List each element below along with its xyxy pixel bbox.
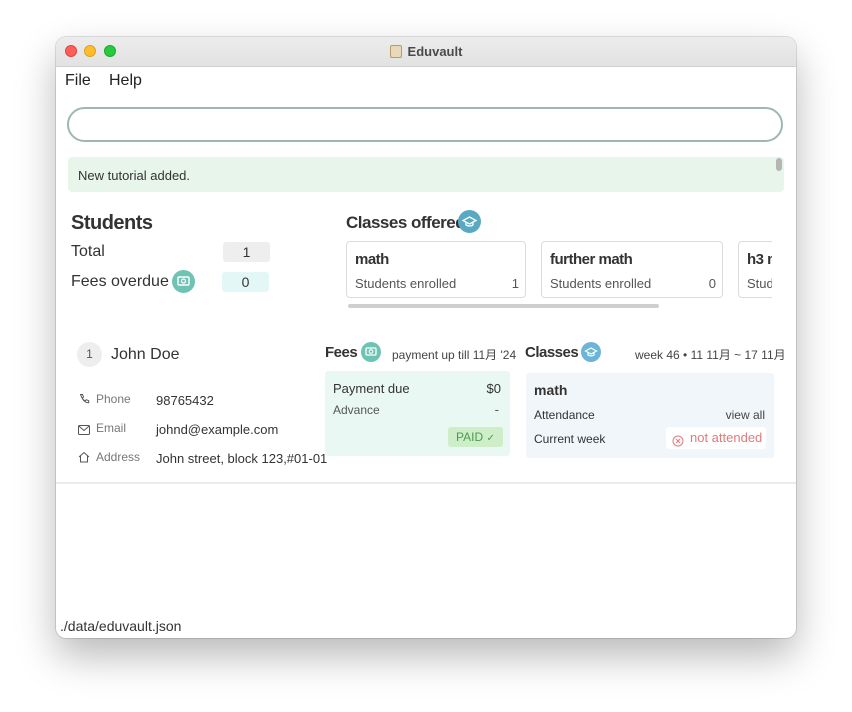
phone-label: Phone <box>96 392 131 406</box>
class-card-label: Students enrolled <box>355 276 457 291</box>
fees-subtitle: payment up till 11月 '24 <box>392 348 517 362</box>
paid-badge-label: PAID <box>456 430 484 444</box>
fees-panel: Payment due $0 Advance - PAID ✓ <box>325 371 510 456</box>
phone-icon <box>78 392 90 410</box>
payment-due-value: $0 <box>486 381 501 396</box>
current-week-label: Current week <box>534 432 606 446</box>
class-card-clip: h3 math Students enrolled <box>738 241 772 301</box>
class-card[interactable]: math Students enrolled 1 <box>346 241 526 298</box>
advance-label: Advance <box>333 403 380 417</box>
email-icon <box>78 422 90 440</box>
app-window: Eduvault File Help New tutorial added. S… <box>56 37 796 638</box>
result-scrollbar[interactable] <box>776 158 782 171</box>
advance-value: - <box>494 402 499 417</box>
graduation-cap-icon <box>581 342 601 362</box>
class-card-value: 1 <box>511 276 519 291</box>
class-card-name: further math <box>550 251 633 268</box>
money-icon <box>361 342 381 362</box>
email-label: Email <box>96 421 127 435</box>
status-bar-path: ./data/eduvault.json <box>60 618 182 634</box>
fees-title: Fees <box>325 344 358 361</box>
address-label: Address <box>96 450 141 464</box>
paid-badge: PAID ✓ <box>448 427 503 447</box>
classes-panel: math Attendance view all Current week no… <box>526 373 774 458</box>
class-cards-scrollbar[interactable] <box>348 304 659 308</box>
class-name: math <box>534 382 568 398</box>
classes-title: Classes <box>525 344 579 361</box>
person-index: 1 <box>77 342 102 367</box>
address-value: John street, block 123,#01-01 <box>156 451 328 466</box>
panel-divider <box>56 482 796 484</box>
class-card-name: math <box>355 251 389 268</box>
cancel-circle-icon <box>672 432 684 454</box>
paid-check-icon: ✓ <box>486 433 495 444</box>
view-all-link[interactable]: view all <box>726 408 765 422</box>
classes-week: week 46 • 11 11月 ~ 17 11月 <box>635 348 786 362</box>
class-card-label: Students enrolled <box>747 276 772 291</box>
phone-value: 98765432 <box>156 393 214 408</box>
class-card-label: Students enrolled <box>550 276 652 291</box>
class-cards-viewport: math Students enrolled 1 further math St… <box>56 37 772 307</box>
class-card[interactable]: further math Students enrolled 0 <box>541 241 723 298</box>
class-card-name: h3 math <box>747 251 772 268</box>
person-name: John Doe <box>111 346 180 363</box>
attendance-label: Attendance <box>534 408 595 422</box>
home-icon <box>78 450 90 468</box>
email-value: johnd@example.com <box>156 422 279 437</box>
class-card[interactable]: h3 math Students enrolled <box>738 241 772 298</box>
class-card-value: 0 <box>708 276 716 291</box>
attendance-status-badge: not attended <box>666 427 766 449</box>
attendance-status: not attended <box>690 430 763 445</box>
payment-due-label: Payment due <box>333 381 410 396</box>
